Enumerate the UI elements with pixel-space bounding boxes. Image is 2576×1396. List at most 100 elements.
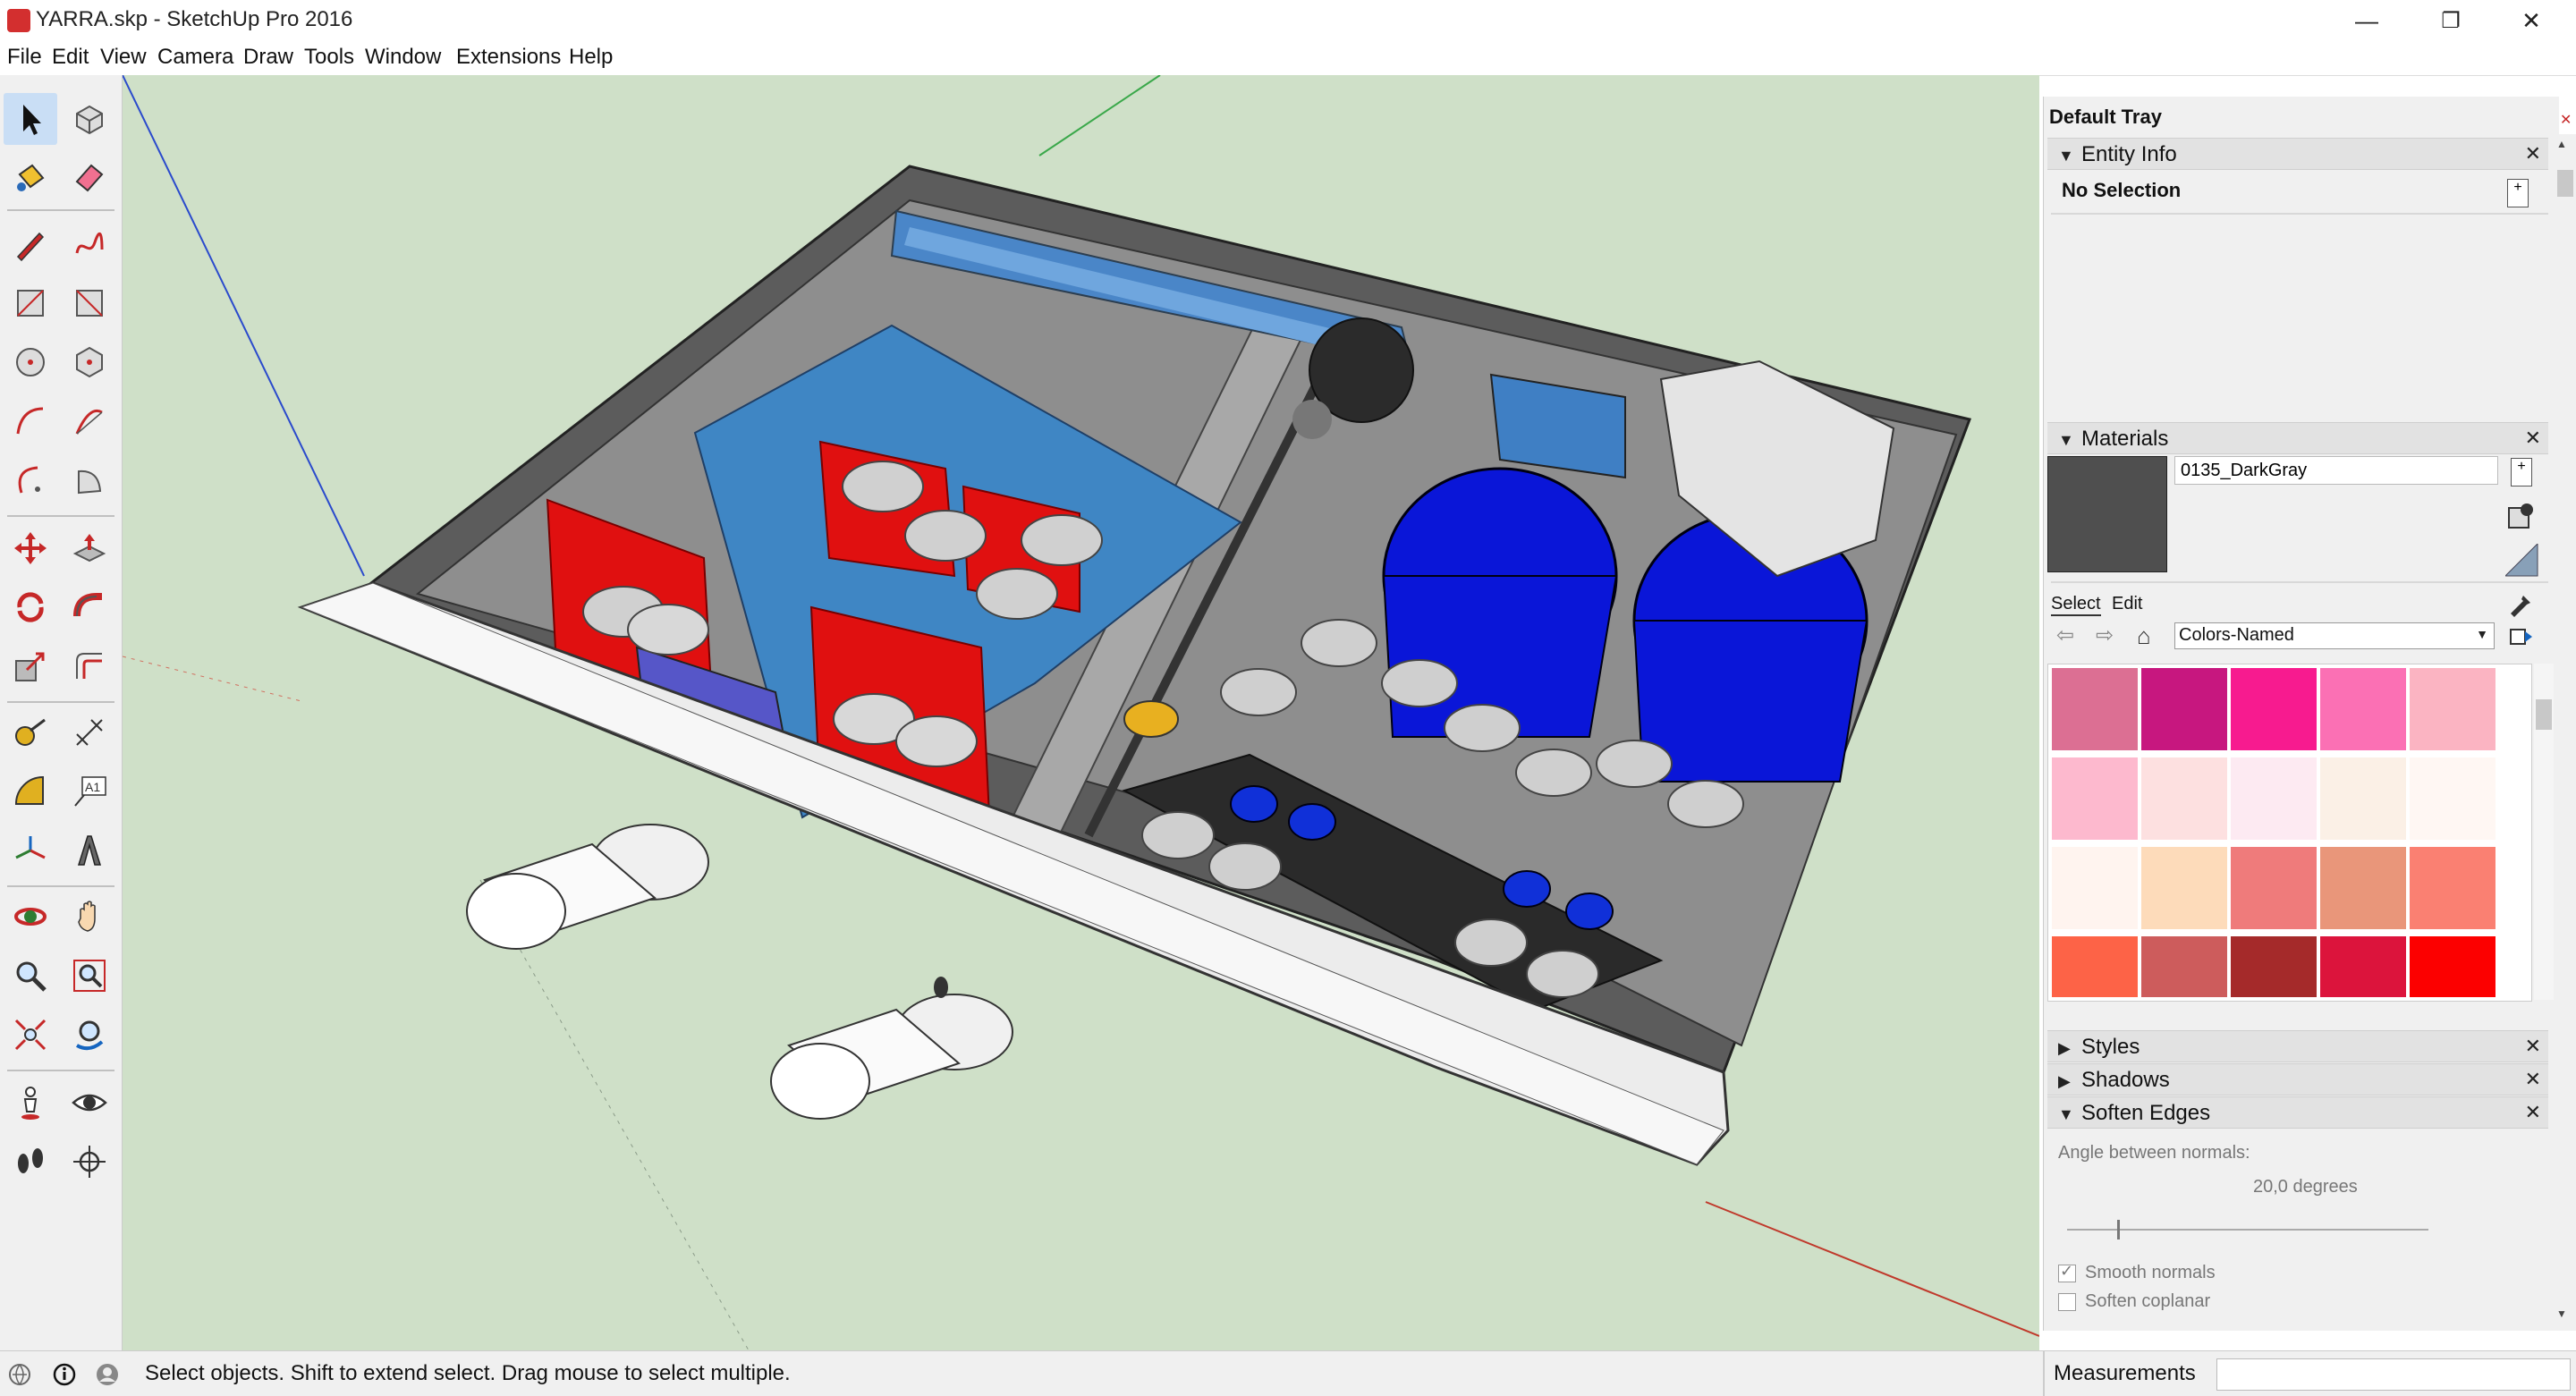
materials-header[interactable]: ▼ Materials ✕ (2047, 422, 2548, 454)
scale-tool[interactable] (4, 640, 57, 692)
move-tool[interactable] (4, 522, 57, 574)
offset-tool[interactable] (63, 640, 116, 692)
axes-tool[interactable] (4, 825, 57, 876)
measurements-input[interactable] (2216, 1358, 2571, 1391)
material-swatch[interactable] (2141, 757, 2227, 840)
library-select[interactable]: Colors-Named ▼ (2174, 622, 2495, 649)
material-swatch[interactable] (2052, 668, 2138, 750)
material-details-icon[interactable]: + (2511, 458, 2532, 486)
menu-tools[interactable]: Tools (304, 45, 354, 70)
scroll-up-icon[interactable]: ▲ (2556, 138, 2567, 150)
line-tool[interactable] (4, 218, 57, 270)
material-swatch[interactable] (2410, 847, 2496, 929)
menu-view[interactable]: View (100, 45, 147, 70)
styles-header[interactable]: ▶ Styles ✕ (2047, 1030, 2548, 1062)
entity-info-header[interactable]: ▼ Entity Info ✕ (2047, 138, 2548, 170)
material-swatch[interactable] (2141, 847, 2227, 929)
material-name-input[interactable] (2174, 456, 2498, 485)
select-tool[interactable] (4, 93, 57, 145)
menu-window[interactable]: Window (365, 45, 441, 70)
pie-tool[interactable] (63, 454, 116, 506)
minimize-button[interactable]: — (2322, 0, 2411, 41)
close-icon[interactable]: ✕ (2525, 1101, 2541, 1124)
details-toggle-icon[interactable]: + (2507, 179, 2529, 207)
paint-bucket-tool[interactable] (4, 150, 57, 202)
scroll-down-icon[interactable]: ▼ (2556, 1307, 2567, 1320)
tab-select[interactable]: Select (2051, 594, 2101, 616)
zoom-extents-tool[interactable] (4, 1009, 57, 1061)
pan-tool[interactable] (63, 891, 116, 943)
follow-me-tool[interactable] (63, 581, 116, 633)
home-icon[interactable]: ⌂ (2137, 622, 2151, 650)
section-plane-tool[interactable] (63, 1136, 116, 1188)
scroll-thumb[interactable] (2557, 170, 2573, 197)
push-pull-tool[interactable] (63, 522, 116, 574)
material-swatch[interactable] (2231, 757, 2317, 840)
soften-coplanar-checkbox[interactable] (2058, 1293, 2076, 1311)
geo-location-icon[interactable] (7, 1362, 32, 1387)
dimension-tool[interactable] (63, 706, 116, 758)
close-icon[interactable]: ✕ (2525, 427, 2541, 450)
material-swatch[interactable] (2231, 847, 2317, 929)
user-account-icon[interactable] (95, 1362, 120, 1387)
close-icon[interactable]: ✕ (2525, 1035, 2541, 1058)
zoom-tool[interactable] (4, 950, 57, 1002)
soften-edges-header[interactable]: ▼ Soften Edges ✕ (2047, 1096, 2548, 1129)
menu-camera[interactable]: Camera (157, 45, 233, 70)
3d-text-tool[interactable] (63, 825, 116, 876)
menu-file[interactable]: File (7, 45, 42, 70)
material-swatch[interactable] (2410, 757, 2496, 840)
swatch-scrollbar[interactable] (2534, 664, 2554, 1000)
scroll-thumb[interactable] (2536, 699, 2552, 730)
material-swatch[interactable] (2141, 936, 2227, 997)
details-arrow-icon[interactable] (2509, 624, 2534, 649)
material-swatch[interactable] (2231, 668, 2317, 750)
component-tool[interactable] (63, 93, 116, 145)
arc-tool[interactable] (4, 395, 57, 447)
material-preview[interactable] (2047, 456, 2167, 572)
text-tool[interactable]: A1 (63, 766, 116, 817)
tray-scrollbar[interactable]: ▲ ▼ (2555, 134, 2576, 1331)
close-icon[interactable]: ✕ (2525, 1068, 2541, 1091)
close-tray-icon[interactable]: ✕ (2560, 111, 2572, 129)
material-swatch[interactable] (2052, 936, 2138, 997)
material-swatch[interactable] (2320, 668, 2406, 750)
create-material-icon[interactable] (2505, 501, 2536, 531)
default-material-icon[interactable] (2504, 542, 2539, 578)
material-swatch[interactable] (2052, 757, 2138, 840)
tape-measure-tool[interactable] (4, 706, 57, 758)
angle-slider-track[interactable] (2067, 1229, 2428, 1231)
previous-view-tool[interactable] (63, 1009, 116, 1061)
zoom-window-tool[interactable] (63, 950, 116, 1002)
material-swatch[interactable] (2410, 936, 2496, 997)
menu-extensions[interactable]: Extensions (456, 45, 561, 70)
tab-edit[interactable]: Edit (2112, 594, 2142, 614)
two-point-arc-tool[interactable] (63, 395, 116, 447)
menu-draw[interactable]: Draw (243, 45, 293, 70)
material-swatch[interactable] (2141, 668, 2227, 750)
walk-tool[interactable] (4, 1136, 57, 1188)
polygon-tool[interactable] (63, 336, 116, 388)
look-around-tool[interactable] (63, 1077, 116, 1129)
material-swatch[interactable] (2231, 936, 2317, 997)
material-swatch[interactable] (2410, 668, 2496, 750)
material-swatch[interactable] (2320, 936, 2406, 997)
eraser-tool[interactable] (63, 150, 116, 202)
circle-tool[interactable] (4, 336, 57, 388)
three-point-arc-tool[interactable] (4, 454, 57, 506)
orbit-tool[interactable] (4, 891, 57, 943)
material-swatch[interactable] (2320, 847, 2406, 929)
back-arrow-icon[interactable]: ⇦ (2056, 622, 2074, 648)
rotated-rectangle-tool[interactable] (63, 277, 116, 329)
rectangle-tool[interactable] (4, 277, 57, 329)
forward-arrow-icon[interactable]: ⇨ (2096, 622, 2114, 648)
rotate-tool[interactable] (4, 581, 57, 633)
sample-paint-icon[interactable] (2507, 590, 2534, 617)
close-button[interactable]: ✕ (2487, 0, 2576, 41)
position-camera-tool[interactable] (4, 1077, 57, 1129)
menu-edit[interactable]: Edit (52, 45, 89, 70)
model-viewport[interactable] (123, 75, 2039, 1350)
shadows-header[interactable]: ▶ Shadows ✕ (2047, 1063, 2548, 1096)
protractor-tool[interactable] (4, 766, 57, 817)
freehand-tool[interactable] (63, 218, 116, 270)
